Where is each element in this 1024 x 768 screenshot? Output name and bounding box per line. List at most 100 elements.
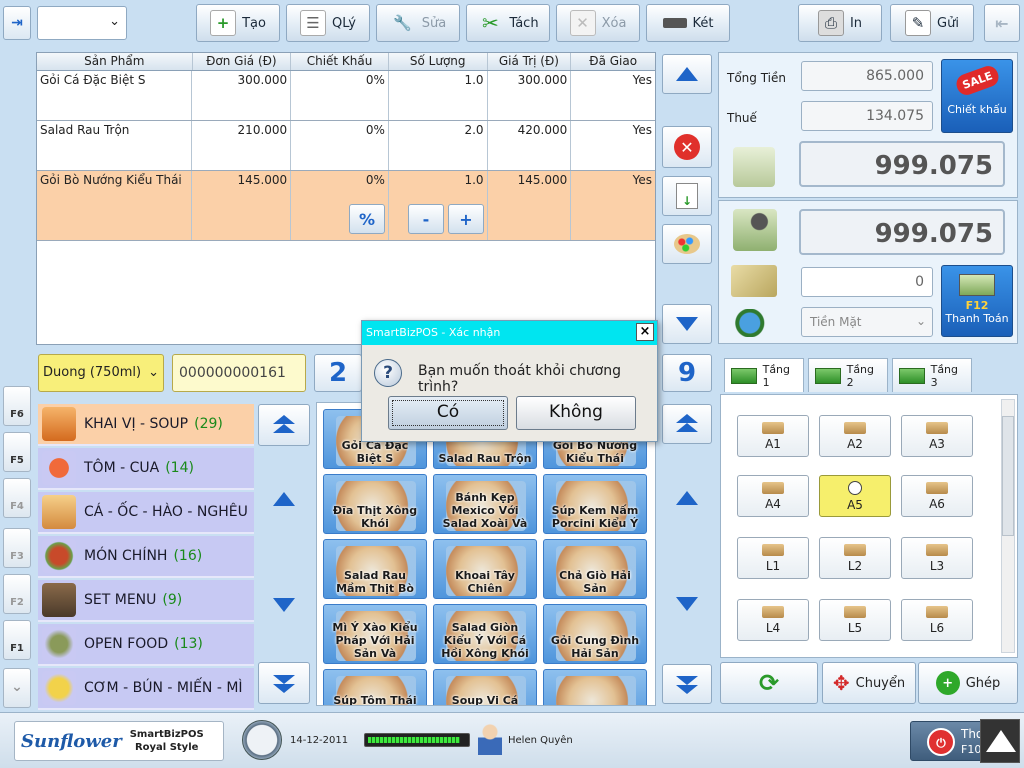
category-item[interactable]: OPEN FOOD (13) xyxy=(38,624,254,666)
page-left-button[interactable]: 2 xyxy=(314,354,362,392)
cell-delivered: Yes xyxy=(632,123,653,137)
collapse-sidebar-button[interactable]: ⇥ xyxy=(3,6,31,40)
delete-button[interactable]: ✕ Xóa xyxy=(556,4,640,42)
qty-minus-button[interactable]: - xyxy=(408,204,444,234)
qty-plus-button[interactable]: + xyxy=(448,204,484,234)
product-scroll-up-button[interactable] xyxy=(662,478,712,518)
product-name: Salad Rau Mầm Thịt Bò xyxy=(336,569,414,595)
table-icon xyxy=(762,481,784,494)
table-row-selected[interactable]: Gỏi Bò Nướng Kiểu Thái 145.000 0% 1.0 14… xyxy=(37,171,655,241)
product-name: Salad Giòn Kiểu Ý Với Cá Hồi Xông Khói xyxy=(441,621,529,660)
product-tile[interactable]: Đĩa Thịt Xông Khói xyxy=(323,474,427,534)
table-item[interactable]: L5 xyxy=(819,599,891,641)
scroll-up-button[interactable] xyxy=(662,54,712,94)
category-item[interactable]: SET MENU (9) xyxy=(38,580,254,622)
print-button[interactable]: ⎙ In xyxy=(798,4,882,42)
table-item[interactable]: L2 xyxy=(819,537,891,579)
product-tile[interactable]: Súp Kem Nấm Porcini Kiểu Ý xyxy=(543,474,647,534)
palette-button[interactable] xyxy=(662,224,712,264)
create-button[interactable]: + Tạo xyxy=(196,4,280,42)
cash-input[interactable]: 0 xyxy=(801,267,933,297)
f6-button[interactable]: F6 xyxy=(3,386,31,426)
table-item[interactable]: L4 xyxy=(737,599,809,641)
dialog-close-button[interactable]: × xyxy=(636,323,654,341)
refresh-button[interactable]: ⟳ xyxy=(720,662,818,704)
product-tile[interactable]: Chả Giò Hải Sản xyxy=(543,539,647,599)
expand-button[interactable]: ⌄ xyxy=(3,668,31,708)
f1-button[interactable]: F1 xyxy=(3,620,31,660)
product-tile[interactable]: Bánh Kẹp Mexico Với Salad Xoài Và xyxy=(433,474,537,534)
category-scroll-bottom-button[interactable] xyxy=(258,662,310,704)
category-scroll-down-button[interactable] xyxy=(258,584,310,626)
table-item[interactable]: A6 xyxy=(901,475,973,517)
confirm-yes-button[interactable]: Có xyxy=(388,396,508,430)
table-row[interactable]: Salad Rau Trộn 210.000 0% 2.0 420.000 Ye… xyxy=(37,121,655,171)
category-item[interactable]: CƠM - BÚN - MIẾN - MÌ xyxy=(38,668,254,710)
order-select[interactable]: ⌄ xyxy=(37,6,127,40)
checkout-button[interactable]: F12 Thanh Toán xyxy=(941,265,1013,337)
arrow-down-icon xyxy=(676,317,698,331)
product-tile[interactable]: Súp Tôm Thái xyxy=(323,669,427,705)
product-tile[interactable]: Khoai Tây Chiên xyxy=(433,539,537,599)
banknote-sale-icon xyxy=(959,274,995,296)
product-tile[interactable]: Salad Rau Mầm Thịt Bò xyxy=(323,539,427,599)
discount-percent-button[interactable]: % xyxy=(349,204,385,234)
cash-drawer-button[interactable]: Két xyxy=(646,4,730,42)
tab-floor-1[interactable]: Tầng 1 xyxy=(724,358,804,392)
first-page-button[interactable]: ⇤ xyxy=(984,4,1020,42)
table-item[interactable]: L6 xyxy=(901,599,973,641)
tab-floor-3[interactable]: Tầng 3 xyxy=(892,358,972,392)
product-tile[interactable]: Soup Vi Cá xyxy=(433,669,537,705)
category-item[interactable]: MÓN CHÍNH (16) xyxy=(38,536,254,578)
f6-label: F6 xyxy=(10,409,24,420)
category-item[interactable]: CÁ - ỐC - HÀO - NGHÊU xyxy=(38,492,254,534)
product-tile[interactable] xyxy=(543,669,647,705)
product-scroll-bottom-button[interactable] xyxy=(662,664,712,704)
remove-item-button[interactable]: ✕ xyxy=(662,126,712,168)
scroll-top-fab[interactable] xyxy=(980,719,1020,763)
f5-button[interactable]: F5 xyxy=(3,432,31,472)
edit-button[interactable]: 🔧 Sửa xyxy=(376,4,460,42)
f3-button[interactable]: F3 xyxy=(3,528,31,568)
split-button[interactable]: ✂ Tách xyxy=(466,4,550,42)
table-item[interactable]: A2 xyxy=(819,415,891,457)
barcode-input[interactable]: 000000000161 xyxy=(172,354,306,392)
f4-button[interactable]: F4 xyxy=(3,478,31,518)
category-item[interactable]: TÔM - CUA (14) xyxy=(38,448,254,490)
f2-button[interactable]: F2 xyxy=(3,574,31,614)
dialog-message: Bạn muốn thoát khỏi chương trình? xyxy=(418,363,622,395)
category-item[interactable]: KHAI VỊ - SOUP (29) xyxy=(38,404,254,446)
confirm-no-button[interactable]: Không xyxy=(516,396,636,430)
page-left-label: 2 xyxy=(328,358,348,388)
scroll-down-button[interactable] xyxy=(662,304,712,344)
product-photo xyxy=(556,676,636,705)
table-row[interactable]: Gỏi Cá Đặc Biệt S 300.000 0% 1.0 300.000… xyxy=(37,71,655,121)
scrollbar-thumb[interactable] xyxy=(1002,416,1014,536)
category-scroll-up-button[interactable] xyxy=(258,478,310,520)
product-tile[interactable]: Mì Ý Xào Kiểu Pháp Với Hải Sản Và xyxy=(323,604,427,664)
import-button[interactable]: ↓ xyxy=(662,176,712,216)
manage-button[interactable]: ☰ QLý xyxy=(286,4,370,42)
user-name: Helen Quyên xyxy=(508,735,573,746)
product-tile[interactable]: Salad Giòn Kiểu Ý Với Cá Hồi Xông Khói xyxy=(433,604,537,664)
page-right-button[interactable]: 9 xyxy=(662,354,712,392)
category-scroll-top-button[interactable] xyxy=(258,404,310,446)
move-table-button[interactable]: ✥ Chuyển xyxy=(822,662,916,704)
table-item[interactable]: L1 xyxy=(737,537,809,579)
table-item[interactable]: L3 xyxy=(901,537,973,579)
table-item[interactable]: A4 xyxy=(737,475,809,517)
table-map-scrollbar[interactable] xyxy=(1001,399,1015,653)
payment-method-select[interactable]: Tiền Mặt ⌄ xyxy=(801,307,933,337)
floor-map-icon xyxy=(731,367,757,384)
merge-table-button[interactable]: + Ghép xyxy=(918,662,1018,704)
tab-floor-2[interactable]: Tầng 2 xyxy=(808,358,888,392)
table-item-selected[interactable]: A5 xyxy=(819,475,891,517)
product-variant-select[interactable]: Duong (750ml) ⌄ xyxy=(38,354,164,392)
product-scroll-down-button[interactable] xyxy=(662,584,712,624)
product-scroll-top-button[interactable] xyxy=(662,404,712,444)
discount-button[interactable]: SALE Chiết khấu xyxy=(941,59,1013,133)
table-item[interactable]: A1 xyxy=(737,415,809,457)
send-button[interactable]: ✎ Gửi xyxy=(890,4,974,42)
table-item[interactable]: A3 xyxy=(901,415,973,457)
product-tile[interactable]: Gỏi Cung Đình Hải Sản xyxy=(543,604,647,664)
